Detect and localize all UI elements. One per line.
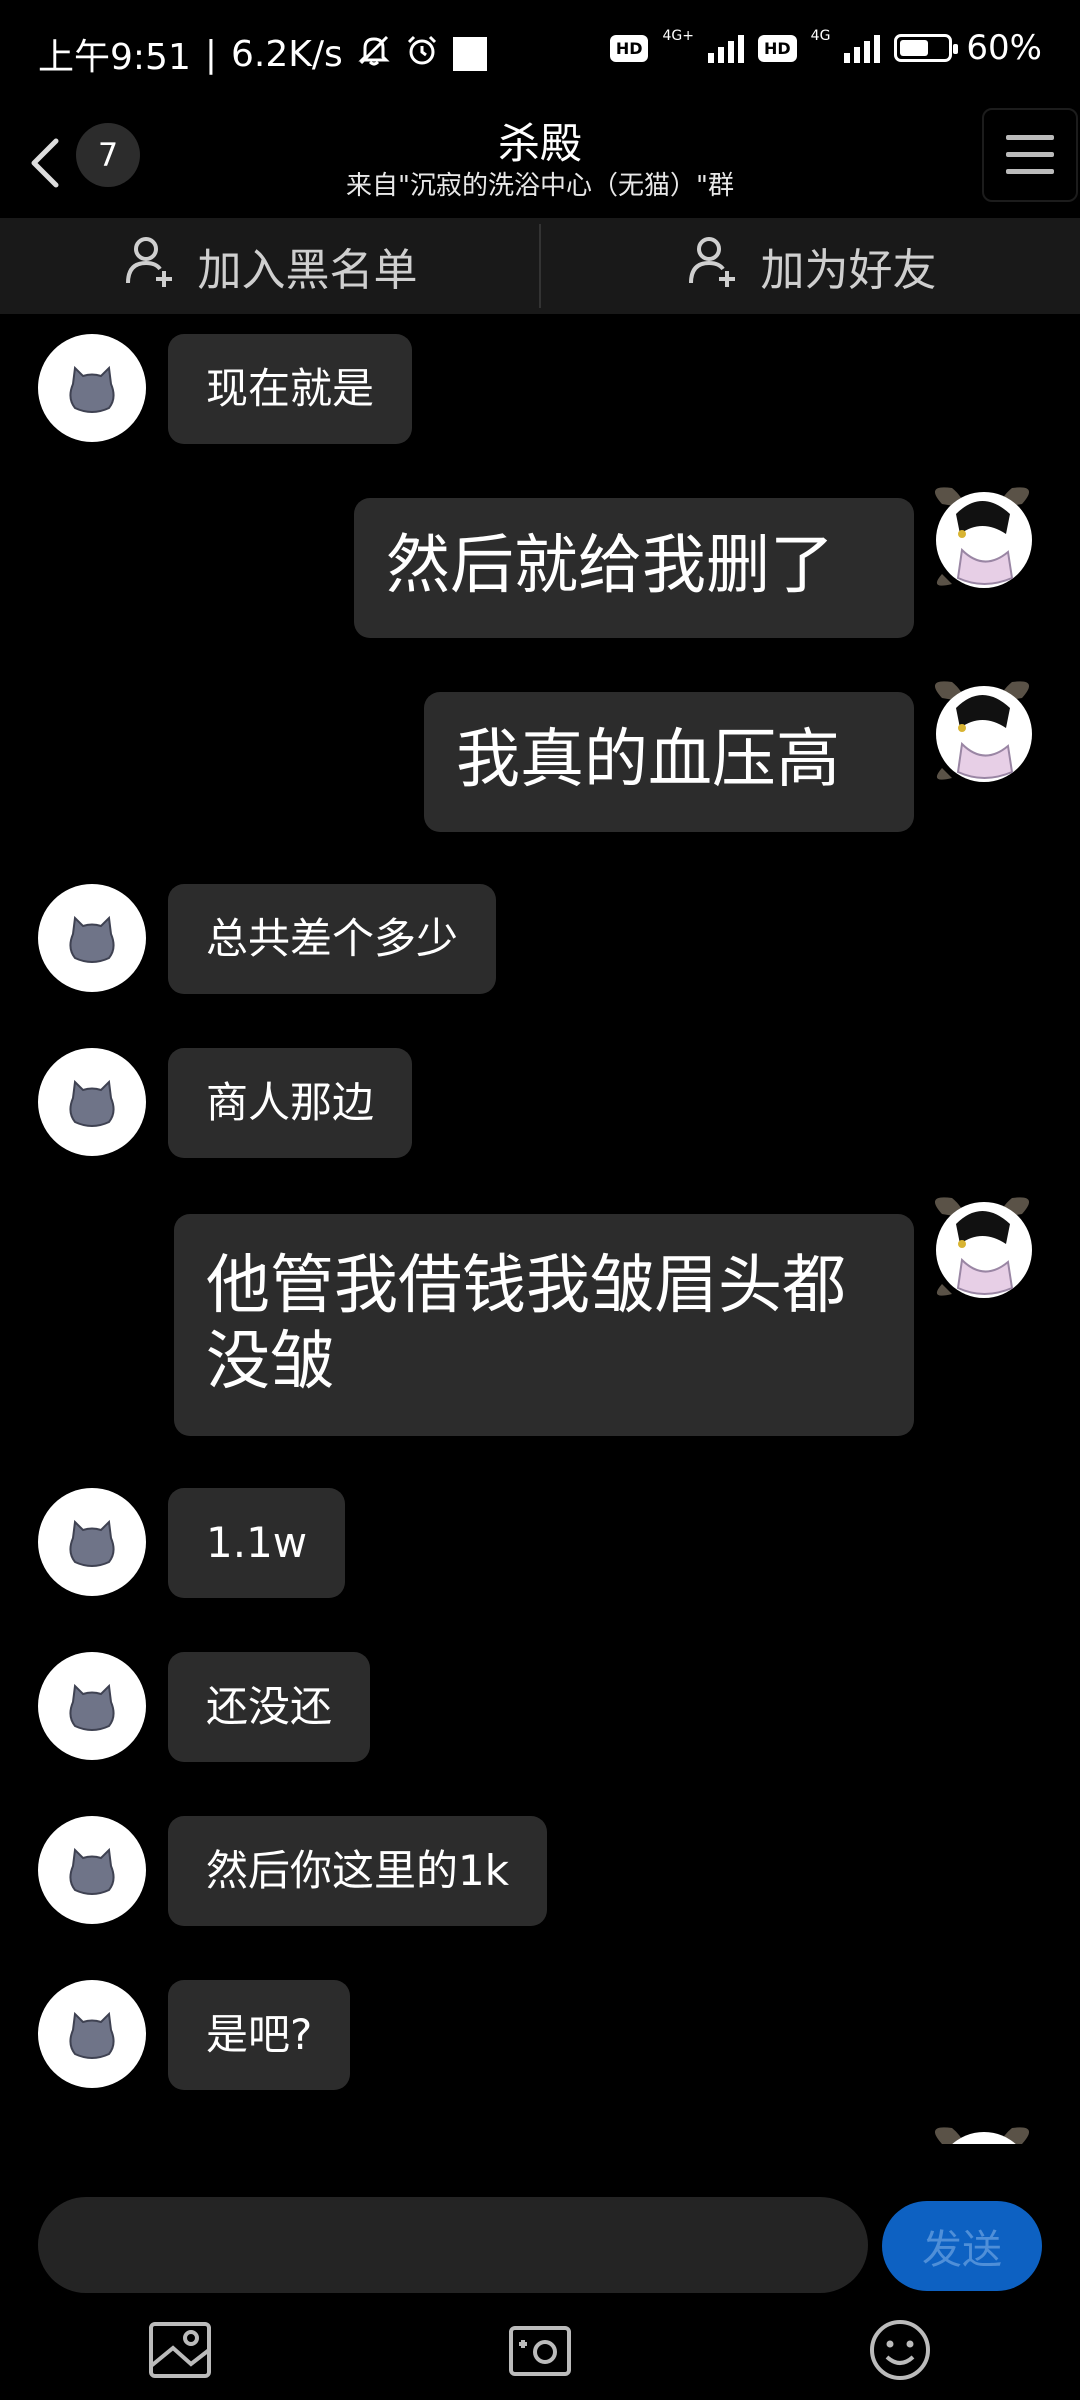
image-icon[interactable] (140, 2310, 220, 2390)
blacklist-label: 加入黑名单 (197, 245, 418, 296)
profile-actions: 加入黑名单 加为好友 (0, 218, 1080, 314)
message-bubble[interactable]: 商人那边 (168, 1048, 413, 1158)
message-bubble[interactable]: 我真的血压高 (424, 692, 914, 832)
status-separator: | (204, 33, 217, 75)
network-type-2: 4G (810, 28, 831, 44)
status-left: 上午9:51 | 6.2K/s (38, 28, 487, 80)
message-bubble[interactable]: 他管我借钱我皱眉头都没皱 (174, 1214, 914, 1436)
cat-avatar-icon[interactable] (38, 1980, 146, 2088)
cat-avatar-icon[interactable] (38, 1652, 146, 1760)
camera-icon[interactable] (500, 2310, 580, 2390)
add-user-icon (122, 233, 178, 300)
user-avatar[interactable] (922, 668, 1042, 788)
user-avatar[interactable] (922, 2114, 1042, 2144)
network-type-1: 4G+ (662, 28, 694, 44)
chat-message-list[interactable]: 现在就是 然后就给我删了 我真的血压高 总共差个多少 商人那边 他管我借钱我皱眉… (0, 314, 1080, 2144)
input-bar: 发送 (0, 2185, 1080, 2300)
signal-icon-2 (844, 33, 881, 63)
status-right: HD 4G+ HD 4G 60% (609, 28, 1042, 68)
add-to-blacklist-button[interactable]: 加入黑名单 (0, 218, 539, 314)
message-bubble[interactable]: 然后就给我删了 (354, 498, 914, 638)
mute-bell-icon (357, 33, 391, 76)
message-bubble[interactable]: 是吧? (168, 1980, 351, 2090)
bottom-toolbar (0, 2300, 1080, 2400)
add-user-icon (685, 233, 741, 300)
battery-fill (900, 40, 929, 56)
cat-avatar-icon[interactable] (38, 334, 146, 442)
user-avatar[interactable] (922, 474, 1042, 594)
cat-avatar-icon[interactable] (38, 884, 146, 992)
cat-avatar-icon[interactable] (38, 1816, 146, 1924)
signal-icon-1 (707, 33, 744, 63)
hd-badge-1: HD (609, 34, 649, 62)
message-bubble[interactable]: 然后你这里的1k (168, 1816, 548, 1926)
status-bar: 上午9:51 | 6.2K/s HD 4G+ HD 4G 60% (0, 0, 1080, 108)
cat-avatar-icon[interactable] (38, 1048, 146, 1156)
page-title: 杀殿 (497, 119, 582, 168)
menu-icon[interactable] (982, 108, 1078, 202)
cat-avatar-icon[interactable] (38, 1488, 146, 1596)
user-avatar[interactable] (922, 1184, 1042, 1304)
add-friend-label: 加为好友 (760, 245, 937, 296)
message-bubble[interactable]: 1.1w (168, 1488, 346, 1598)
status-time: 上午9:51 (38, 37, 191, 78)
message-bubble[interactable]: 还没还 (168, 1652, 371, 1762)
message-input[interactable] (38, 2197, 868, 2293)
battery-percent: 60% (966, 28, 1042, 68)
add-friend-button[interactable]: 加为好友 (541, 218, 1080, 314)
alarm-icon (405, 33, 439, 76)
send-button[interactable]: 发送 (882, 2201, 1042, 2291)
notification-square-icon (452, 37, 487, 71)
emoji-icon[interactable] (860, 2310, 940, 2390)
hd-badge-2: HD (757, 34, 797, 62)
network-speed: 6.2K/s (230, 33, 343, 75)
battery-icon (894, 34, 959, 62)
message-bubble[interactable]: 现在就是 (168, 334, 413, 444)
message-bubble[interactable]: 总共差个多少 (168, 884, 497, 994)
page-subtitle: 来自"沉寂的洗浴中心（无猫）"群 (346, 171, 734, 201)
